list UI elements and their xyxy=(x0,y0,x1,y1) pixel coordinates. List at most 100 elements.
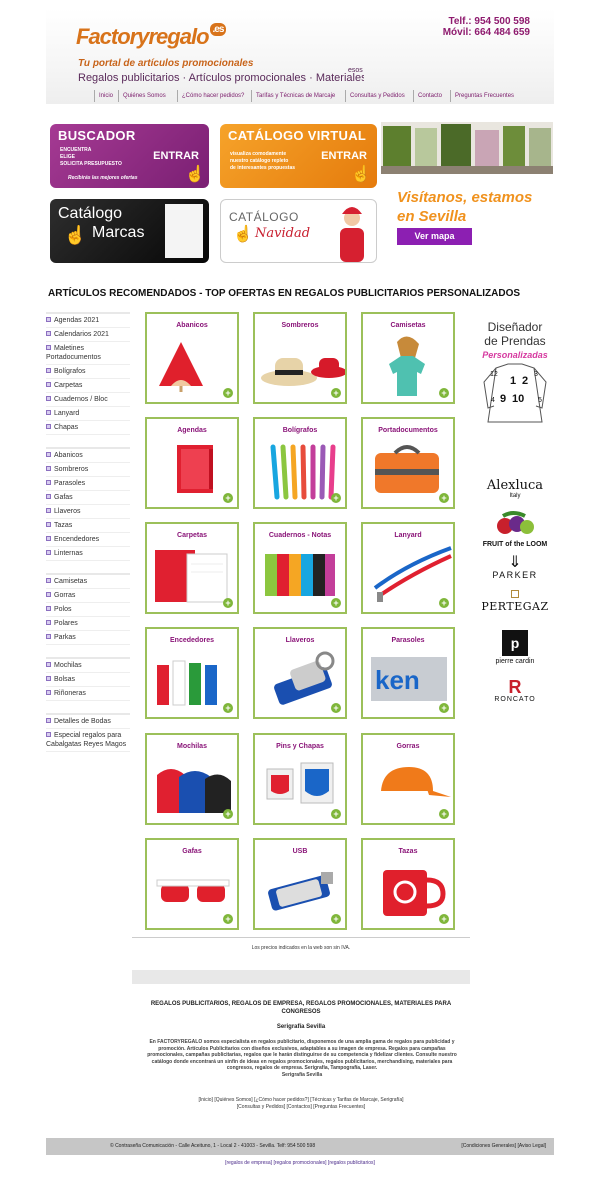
sidebar-item[interactable]: Abanicos xyxy=(46,449,130,463)
buscador-banner[interactable]: BUSCADOR ENCUENTRA ELIGE SOLICITA PRESUP… xyxy=(50,124,209,188)
product-card[interactable]: Gorras + xyxy=(361,733,455,825)
product-image xyxy=(381,767,451,797)
sidebar-item[interactable]: Cuadernos / Bloc xyxy=(46,393,130,407)
nav-quienes-somos[interactable]: Quiénes Somos xyxy=(118,90,170,102)
sidebar-item[interactable]: Mochilas xyxy=(46,659,130,673)
footer-links-2[interactable]: [Consultas y Pedidos] [Contactos] [Pregu… xyxy=(132,1104,470,1111)
product-card[interactable]: Bolígrafos + xyxy=(253,417,347,509)
product-title: Gorras xyxy=(396,743,420,750)
brand-pierre-cardin[interactable]: p pierre cardin xyxy=(478,630,552,665)
product-title: Lanyard xyxy=(394,532,422,539)
sidebar-item[interactable]: Polos xyxy=(46,603,130,617)
product-card[interactable]: Portadocumentos + xyxy=(361,417,455,509)
nav-como-hacer-pedidos[interactable]: ¿Cómo hacer pedidos? xyxy=(177,90,248,102)
sidebar-item[interactable]: Parkas xyxy=(46,631,130,645)
sidebar-item-label: Lanyard xyxy=(54,410,80,417)
sidebar-group: Mochilas Bolsas Riñoneras xyxy=(46,657,130,701)
sidebar-item[interactable]: Camisetas xyxy=(46,575,130,589)
sidebar-item[interactable]: Encendedores xyxy=(46,533,130,547)
plus-icon[interactable]: + xyxy=(331,703,341,713)
plus-icon[interactable]: + xyxy=(223,598,233,608)
sidebar-item[interactable]: Riñoneras xyxy=(46,687,130,701)
sidebar-item[interactable]: Llaveros xyxy=(46,505,130,519)
catalogo-marcas-banner[interactable]: Catálogo Marcas ☝ xyxy=(50,199,209,263)
plus-icon[interactable]: + xyxy=(223,493,233,503)
product-card[interactable]: Carpetas + xyxy=(145,522,239,614)
plus-icon[interactable]: + xyxy=(439,493,449,503)
sidebar-item[interactable]: Gorras xyxy=(46,589,130,603)
plus-icon[interactable]: + xyxy=(331,809,341,819)
hand-pointer-icon: ☝ xyxy=(233,226,253,243)
plus-icon[interactable]: + xyxy=(439,598,449,608)
brand-pertegaz[interactable]: PERTEGAZ xyxy=(478,590,552,613)
sidebar-item-label: Mochilas xyxy=(54,662,82,669)
plus-icon[interactable]: + xyxy=(331,914,341,924)
sidebar-item[interactable]: Especial regalos para Cabalgatas Reyes M… xyxy=(46,729,130,752)
plus-icon[interactable]: + xyxy=(223,914,233,924)
sidebar-item[interactable]: Bolsas xyxy=(46,673,130,687)
bullet-icon xyxy=(46,536,51,541)
product-card[interactable]: Abanicos + xyxy=(145,312,239,404)
catalogo-virtual-banner[interactable]: CATÁLOGO VIRTUAL visualiza comodamente n… xyxy=(220,124,377,188)
plus-icon[interactable]: + xyxy=(439,914,449,924)
logo[interactable]: Factoryregalo .es xyxy=(76,23,227,50)
product-card[interactable]: Parasoles ken + xyxy=(361,627,455,719)
plus-icon[interactable]: + xyxy=(331,598,341,608)
sidebar-item[interactable]: Maletines Portadocumentos xyxy=(46,342,130,365)
product-card[interactable]: Sombreros + xyxy=(253,312,347,404)
sidebar-item[interactable]: Linternas xyxy=(46,547,130,561)
plus-icon[interactable]: + xyxy=(439,388,449,398)
nav-preguntas[interactable]: Preguntas Frecuentes xyxy=(450,90,518,102)
sidebar-item[interactable]: Sombreros xyxy=(46,463,130,477)
product-card[interactable]: Tazas + xyxy=(361,838,455,930)
bottom-links[interactable]: [regalos de empresa] [regalos promociona… xyxy=(0,1160,600,1166)
plus-icon[interactable]: + xyxy=(223,388,233,398)
brand-parker[interactable]: ⇓ PARKER xyxy=(478,552,552,580)
product-card[interactable]: Lanyard + xyxy=(361,522,455,614)
nav-consultas[interactable]: Consultas y Pedidos xyxy=(345,90,409,102)
catalogo-navidad-banner[interactable]: CATÁLOGO Navidad ☝ xyxy=(220,199,377,263)
sidebar-item[interactable]: Bolígrafos xyxy=(46,365,130,379)
sidebar-item-label: Bolsas xyxy=(54,676,76,683)
product-card[interactable]: Agendas + xyxy=(145,417,239,509)
sidebar-item[interactable]: Calendarios 2021 xyxy=(46,328,130,342)
plus-icon[interactable]: + xyxy=(223,809,233,819)
plus-icon[interactable]: + xyxy=(439,809,449,819)
brand-roncato[interactable]: R RONCATO xyxy=(478,678,552,703)
nav-contacto[interactable]: Contacto xyxy=(413,90,446,102)
product-card[interactable]: Gafas + xyxy=(145,838,239,930)
sidebar-item-label: Gafas xyxy=(54,494,73,501)
legal-links[interactable]: [Condiciones Generales] [Aviso Legal] xyxy=(461,1143,546,1149)
product-card[interactable]: Camisetas + xyxy=(361,312,455,404)
sidebar-item[interactable]: Tazas xyxy=(46,519,130,533)
plus-icon[interactable]: + xyxy=(223,703,233,713)
plus-icon[interactable]: + xyxy=(331,388,341,398)
sidebar-item-label: Calendarios 2021 xyxy=(54,331,109,338)
plus-icon[interactable]: + xyxy=(331,493,341,503)
nav-inicio[interactable]: Inicio xyxy=(94,90,117,102)
product-image xyxy=(270,444,336,500)
designer-promo[interactable]: Diseñador de Prendas Personalizadas 12 1… xyxy=(478,320,552,439)
sidebar-item[interactable]: Chapas xyxy=(46,421,130,435)
brand-alexluca[interactable]: Alexluca Italy xyxy=(478,478,552,499)
sidebar-item[interactable]: Polares xyxy=(46,617,130,631)
product-card[interactable]: Cuadernos - Notas + xyxy=(253,522,347,614)
product-card[interactable]: Llaveros + xyxy=(253,627,347,719)
nav-tarifas[interactable]: Tarifas y Técnicas de Marcaje xyxy=(251,90,339,102)
product-card[interactable]: USB + xyxy=(253,838,347,930)
product-card[interactable]: Pins y Chapas + xyxy=(253,733,347,825)
sidebar-item[interactable]: Detalles de Bodas xyxy=(46,715,130,729)
product-card[interactable]: Mochilas + xyxy=(145,733,239,825)
ver-mapa-button[interactable]: Ver mapa xyxy=(397,228,472,245)
product-card[interactable]: Encededores + xyxy=(145,627,239,719)
phone-number: Telf.: 954 500 598 xyxy=(448,16,530,27)
brand-fruit-of-the-loom[interactable]: FRUIT of the LOOM xyxy=(478,510,552,548)
bullet-icon xyxy=(46,317,51,322)
sidebar-item[interactable]: Agendas 2021 xyxy=(46,314,130,328)
sidebar-item[interactable]: Carpetas xyxy=(46,379,130,393)
plus-icon[interactable]: + xyxy=(439,703,449,713)
sidebar-item[interactable]: Lanyard xyxy=(46,407,130,421)
sidebar-item[interactable]: Gafas xyxy=(46,491,130,505)
footer-links-1[interactable]: [Inicio] [Quiénes Somos] [¿Cómo hacer pe… xyxy=(132,1097,470,1104)
sidebar-item[interactable]: Parasoles xyxy=(46,477,130,491)
